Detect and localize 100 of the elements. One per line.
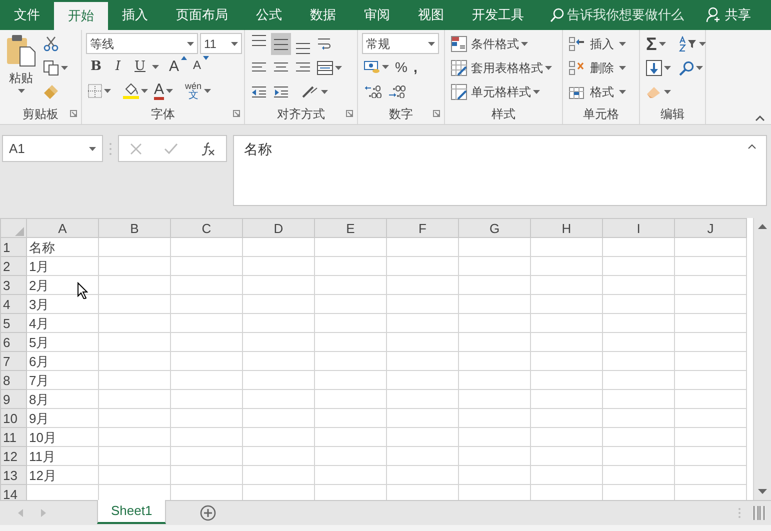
caret-icon[interactable] <box>18 89 24 93</box>
fill-down-icon <box>646 60 662 76</box>
font-size-field[interactable]: 11 <box>200 33 242 54</box>
column-header[interactable]: I <box>602 218 674 238</box>
caret-icon[interactable] <box>335 66 342 70</box>
column-header[interactable]: H <box>530 218 602 238</box>
column-header[interactable]: D <box>242 218 314 238</box>
caret-icon[interactable] <box>619 66 626 70</box>
increase-font-button[interactable]: A <box>167 56 190 78</box>
caret-icon[interactable] <box>658 42 666 46</box>
row-header[interactable]: 10 <box>0 408 26 428</box>
phonetic-button[interactable]: wén 文 <box>183 80 213 102</box>
sheet-tab[interactable]: Sheet1 <box>97 500 166 524</box>
row-header[interactable]: 6 <box>0 332 26 352</box>
format-cells-button[interactable]: 格式 <box>567 81 628 103</box>
caret-icon[interactable] <box>104 89 111 93</box>
tell-me-search[interactable]: 告诉我你想要做什么 <box>550 0 684 30</box>
ribbon-tab[interactable]: 开发工具 <box>458 0 538 30</box>
autosum-button[interactable]: Σ <box>644 33 673 55</box>
number-format-field[interactable]: 常规 <box>362 33 439 54</box>
column-header[interactable]: B <box>98 218 170 238</box>
conditional-format-icon <box>451 36 467 52</box>
ribbon-tab[interactable]: 插入 <box>108 0 162 30</box>
decrease-font-button[interactable]: A <box>191 56 212 78</box>
down-triangle-icon <box>203 56 210 60</box>
ribbon-tab[interactable]: 审阅 <box>350 0 404 30</box>
row-header[interactable]: 13 <box>0 466 26 484</box>
add-sheet-icon[interactable] <box>200 505 216 521</box>
percent-button[interactable]: % <box>393 56 410 78</box>
caret-icon[interactable] <box>187 42 194 46</box>
dialog-launcher-icon[interactable] <box>233 110 240 117</box>
comma-button[interactable]: , <box>411 56 420 78</box>
dialog-launcher-icon[interactable] <box>433 110 440 117</box>
formula-bar-text[interactable]: 名称 <box>244 139 272 160</box>
column-header[interactable]: C <box>170 218 242 238</box>
caret-icon[interactable] <box>61 66 68 70</box>
bold-button[interactable]: B <box>86 56 106 78</box>
conditional-format-button[interactable]: 条件格式 <box>449 33 554 55</box>
caret-icon[interactable] <box>699 42 706 46</box>
middle-align-button[interactable] <box>271 33 291 55</box>
share-button[interactable]: 共享 <box>692 0 765 30</box>
indent-icon <box>273 85 289 99</box>
caret-icon[interactable] <box>696 66 703 70</box>
table-format-button[interactable]: 套用表格格式 <box>449 57 554 79</box>
row-header[interactable]: 8 <box>0 370 26 390</box>
delete-cells-button[interactable]: 删除 <box>567 57 628 79</box>
row-header[interactable]: 9 <box>0 390 26 408</box>
row-header[interactable]: 5 <box>0 314 26 332</box>
collapse-ribbon-icon[interactable] <box>755 115 765 121</box>
ribbon-tab[interactable]: 数据 <box>296 0 350 30</box>
row-header[interactable]: 1 <box>0 238 26 256</box>
caret-icon[interactable] <box>204 89 211 93</box>
caret-icon[interactable] <box>664 66 671 70</box>
dialog-launcher-icon[interactable] <box>346 110 353 117</box>
caret-icon[interactable] <box>166 89 174 93</box>
ribbon-tab[interactable]: 页面布局 <box>162 0 242 30</box>
row-header[interactable]: 3 <box>0 276 26 294</box>
row-header[interactable]: 14 <box>0 484 26 500</box>
row-header[interactable]: 11 <box>0 428 26 446</box>
caret-icon[interactable] <box>619 90 626 94</box>
collapse-icon[interactable] <box>748 144 756 149</box>
ribbon-tab[interactable]: 文件 <box>0 0 54 30</box>
cell-styles-button[interactable]: 单元格样式 <box>449 81 554 103</box>
column-header[interactable]: E <box>314 218 386 238</box>
row-header[interactable]: 4 <box>0 294 26 314</box>
caret-icon[interactable] <box>382 65 389 69</box>
paste-button[interactable]: 粘贴 <box>4 33 38 103</box>
column-header[interactable]: J <box>674 218 746 238</box>
column-header[interactable]: F <box>386 218 458 238</box>
dialog-launcher-icon[interactable] <box>70 110 77 117</box>
caret-icon[interactable] <box>664 90 671 94</box>
caret-icon[interactable] <box>545 66 552 70</box>
row-header[interactable]: 12 <box>0 446 26 466</box>
caret-icon[interactable] <box>89 146 96 150</box>
caret-icon[interactable] <box>231 42 238 46</box>
caret-icon[interactable] <box>321 90 328 94</box>
caret-icon[interactable] <box>428 42 435 46</box>
wrap-text-icon <box>317 36 331 52</box>
name-box[interactable]: A1 <box>2 135 103 162</box>
column-header[interactable]: G <box>458 218 530 238</box>
split-handle-icon[interactable] <box>753 506 765 520</box>
ribbon-tab[interactable]: 视图 <box>404 0 458 30</box>
font-name-field[interactable]: 等线 <box>86 33 198 54</box>
caret-icon[interactable] <box>619 42 626 46</box>
caret-icon[interactable] <box>141 89 148 93</box>
ribbon-tab[interactable]: 公式 <box>242 0 296 30</box>
font-color-button[interactable]: A <box>152 80 176 102</box>
insert-cells-button[interactable]: 插入 <box>567 33 628 55</box>
scroll-down-icon[interactable] <box>758 489 767 494</box>
caret-icon[interactable] <box>152 65 159 69</box>
row-header[interactable]: 2 <box>0 256 26 276</box>
fill-button[interactable] <box>644 57 673 79</box>
italic-button[interactable]: I <box>108 56 128 78</box>
caret-icon[interactable] <box>533 90 540 94</box>
scroll-up-icon[interactable] <box>758 224 767 229</box>
row-header[interactable]: 7 <box>0 352 26 370</box>
ribbon-tab[interactable]: 开始 <box>54 2 108 30</box>
caret-icon[interactable] <box>521 42 528 46</box>
column-header[interactable]: A <box>26 218 98 238</box>
underline-button[interactable]: U <box>130 56 150 78</box>
